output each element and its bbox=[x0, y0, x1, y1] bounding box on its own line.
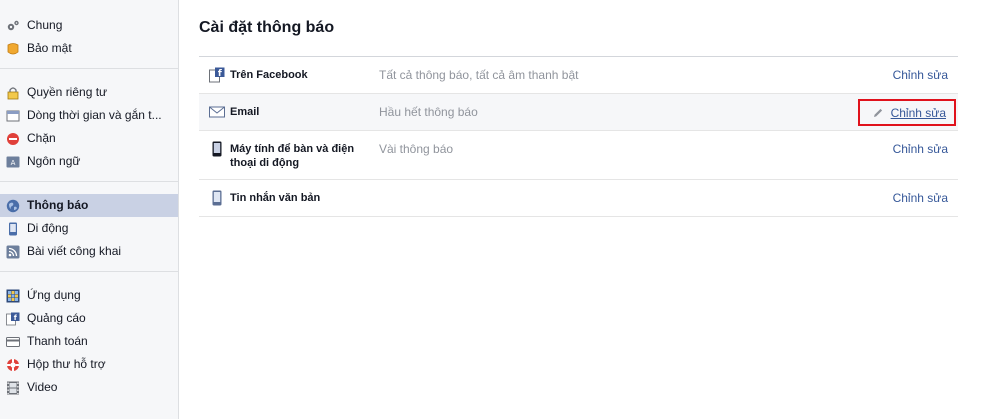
lock-icon bbox=[7, 87, 19, 100]
sidebar-item-ads[interactable]: f Quảng cáo bbox=[0, 307, 178, 330]
sidebar-item-general[interactable]: Chung bbox=[0, 14, 178, 37]
badge-icon bbox=[7, 43, 19, 55]
phone-icon bbox=[212, 141, 222, 157]
film-icon bbox=[7, 381, 19, 395]
edit-text-messages-link[interactable]: Chỉnh sửa bbox=[893, 191, 948, 205]
sidebar-item-label: Quyền riêng tư bbox=[27, 85, 108, 99]
edit-email-link[interactable]: Chỉnh sửa bbox=[891, 106, 946, 120]
sidebar-item-label: Thanh toán bbox=[27, 334, 88, 348]
sidebar-item-timeline[interactable]: Dòng thời gian và gắn t... bbox=[0, 104, 178, 127]
svg-text:f: f bbox=[218, 69, 222, 79]
svg-text:A: A bbox=[11, 159, 16, 167]
globe-icon bbox=[6, 199, 20, 213]
settings-list: f Trên Facebook Tất cả thông báo, tất cả… bbox=[199, 56, 958, 217]
sidebar-item-security[interactable]: Bảo mật bbox=[0, 37, 178, 60]
nav-group-notifications: Thông báo Di động Bài viết công khai bbox=[0, 190, 178, 272]
settings-row-on-facebook: f Trên Facebook Tất cả thông báo, tất cả… bbox=[199, 57, 958, 94]
nav-group-privacy: Quyền riêng tư Dòng thời gian và gắn t..… bbox=[0, 77, 178, 182]
notification-settings-panel: Cài đặt thông báo f Trên Facebook Tất cả… bbox=[199, 0, 958, 217]
setting-label: Máy tính để bàn và điện thoại di động bbox=[230, 143, 355, 169]
sidebar-item-label: Hộp thư hỗ trợ bbox=[27, 357, 106, 371]
setting-label: Trên Facebook bbox=[230, 69, 308, 81]
sidebar-item-mobile[interactable]: Di động bbox=[0, 217, 178, 240]
sidebar-item-label: Video bbox=[27, 380, 58, 394]
edit-on-facebook-link[interactable]: Chỉnh sửa bbox=[893, 68, 948, 82]
card-icon bbox=[6, 337, 20, 347]
sidebar-item-notifications[interactable]: Thông báo bbox=[0, 194, 178, 217]
pencil-icon bbox=[873, 108, 882, 117]
sidebar-item-label: Chung bbox=[27, 18, 63, 32]
sidebar-item-block[interactable]: Chặn bbox=[0, 127, 178, 150]
sidebar-item-payments[interactable]: Thanh toán bbox=[0, 330, 178, 353]
setting-value: Vài thông báo bbox=[379, 142, 454, 156]
setting-label: Tin nhắn văn bản bbox=[230, 192, 321, 204]
timeline-icon bbox=[6, 110, 20, 122]
sidebar-item-label: Ngôn ngữ bbox=[27, 154, 81, 168]
sidebar-item-public-posts[interactable]: Bài viết công khai bbox=[0, 240, 178, 263]
sidebar-item-apps[interactable]: Ứng dụng bbox=[0, 284, 178, 307]
block-icon bbox=[7, 133, 19, 145]
sidebar-item-video[interactable]: Video bbox=[0, 376, 178, 399]
sidebar-item-label: Thông báo bbox=[27, 198, 89, 212]
settings-row-text-messages: Tin nhắn văn bản Chỉnh sửa bbox=[199, 180, 958, 217]
sidebar-item-label: Bài viết công khai bbox=[27, 244, 122, 258]
sidebar-item-label: Dòng thời gian và gắn t... bbox=[27, 108, 162, 122]
setting-label: Email bbox=[230, 106, 260, 118]
facebook-icon: f bbox=[209, 67, 225, 83]
settings-sidebar: Chung Bảo mật Quyền riêng tư Dòng thời g… bbox=[0, 0, 179, 419]
envelope-icon bbox=[209, 106, 225, 118]
sidebar-item-label: Bảo mật bbox=[27, 41, 72, 55]
setting-value: Hầu hết thông báo bbox=[379, 105, 478, 119]
sidebar-item-label: Ứng dụng bbox=[27, 288, 81, 302]
sidebar-item-privacy[interactable]: Quyền riêng tư bbox=[0, 81, 178, 104]
setting-value: Tất cả thông báo, tất cả âm thanh bật bbox=[379, 68, 579, 82]
sidebar-item-label: Di động bbox=[27, 221, 69, 235]
settings-row-desktop-mobile: Máy tính để bàn và điện thoại di động Và… bbox=[199, 131, 958, 180]
sidebar-item-label: Chặn bbox=[27, 131, 56, 145]
rss-icon bbox=[6, 245, 20, 259]
nav-group-apps: Ứng dụng f Quảng cáo Thanh toán Hộp thư bbox=[0, 280, 178, 407]
page-title: Cài đặt thông báo bbox=[199, 19, 335, 36]
sidebar-item-support-inbox[interactable]: Hộp thư hỗ trợ bbox=[0, 353, 178, 376]
ads-icon: f bbox=[6, 312, 20, 326]
sidebar-item-label: Quảng cáo bbox=[27, 311, 86, 325]
settings-row-email: Email Hầu hết thông báo Chỉnh sửa bbox=[199, 94, 958, 131]
mobile-icon bbox=[9, 222, 17, 236]
lifebuoy-icon bbox=[7, 359, 19, 371]
language-icon: A bbox=[6, 156, 20, 168]
sms-icon bbox=[212, 190, 222, 206]
highlighted-edit-box: Chỉnh sửa bbox=[858, 99, 956, 126]
edit-desktop-mobile-link[interactable]: Chỉnh sửa bbox=[893, 142, 948, 156]
gears-icon bbox=[7, 20, 19, 31]
nav-group-general: Chung Bảo mật bbox=[0, 10, 178, 69]
sidebar-item-language[interactable]: A Ngôn ngữ bbox=[0, 150, 178, 173]
apps-icon bbox=[6, 289, 20, 303]
